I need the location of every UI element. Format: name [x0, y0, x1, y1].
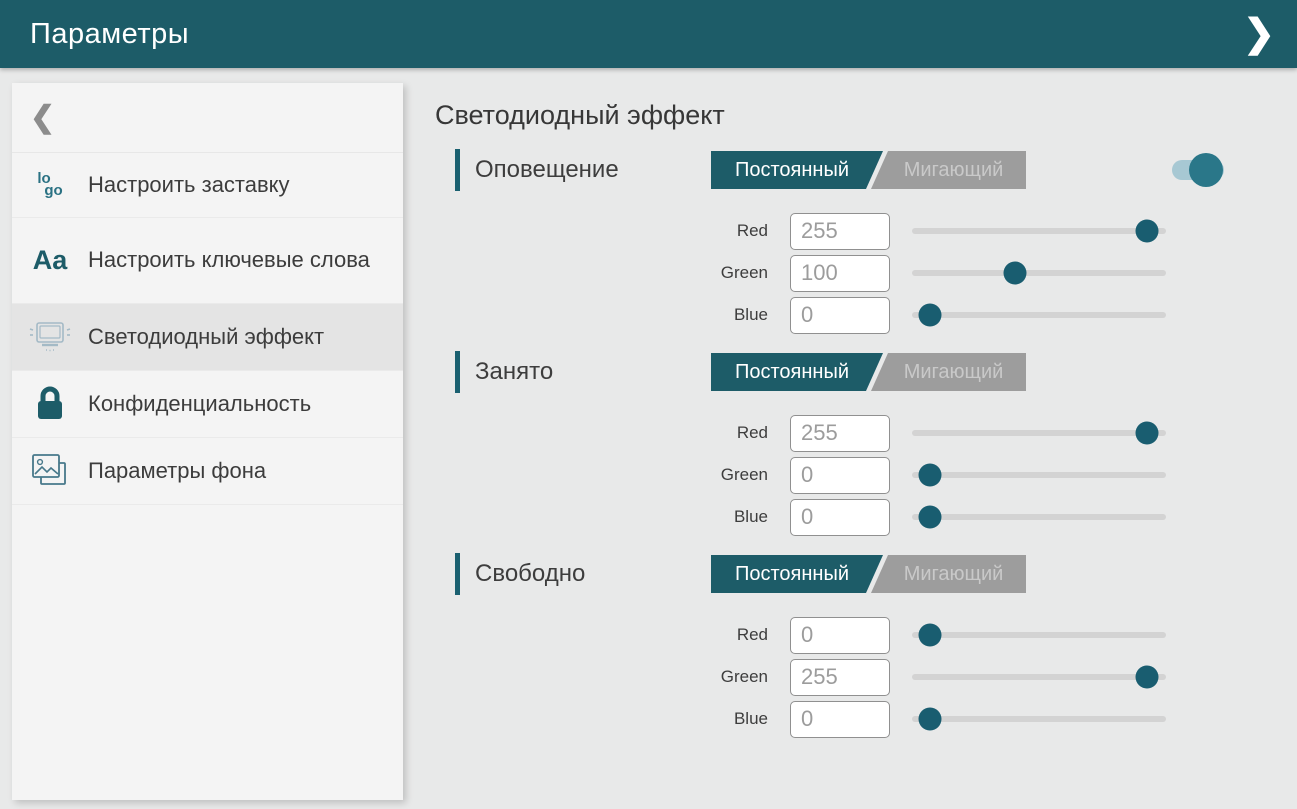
red-value-input[interactable]	[790, 213, 890, 250]
sidebar-item-label: Конфиденциальность	[88, 391, 325, 417]
slider-track	[912, 514, 1166, 520]
sidebar-item-screensaver[interactable]: logo Настроить заставку	[12, 153, 403, 218]
sidebar-item-label: Параметры фона	[88, 458, 280, 484]
slider-thumb[interactable]	[918, 464, 941, 487]
blue-value-input[interactable]	[790, 297, 890, 334]
red-channel-row: Red	[435, 210, 1297, 252]
section-label: Оповещение	[475, 156, 711, 184]
slider-thumb[interactable]	[1003, 262, 1026, 285]
led-screen-icon	[12, 319, 88, 355]
sidebar-item-label: Светодиодный эффект	[88, 324, 338, 350]
slider-track	[912, 472, 1166, 478]
channel-label: Blue	[435, 709, 790, 729]
chevron-right-icon[interactable]: ❯	[1243, 15, 1275, 53]
settings-sidebar: ❮ logo Настроить заставку Aa Настроить к…	[12, 83, 403, 800]
green-slider[interactable]	[912, 258, 1166, 288]
mode-blinking-button[interactable]: Мигающий	[871, 555, 1026, 593]
channel-label: Green	[435, 465, 790, 485]
section-free: Свободно Постоянный Мигающий Red Green	[435, 552, 1297, 754]
sidebar-item-keywords[interactable]: Aa Настроить ключевые слова	[12, 218, 403, 304]
mode-segmented-control: Постоянный Мигающий	[711, 353, 1026, 391]
channel-label: Green	[435, 263, 790, 283]
channel-label: Green	[435, 667, 790, 687]
slider-thumb[interactable]	[918, 708, 941, 731]
green-channel-row: Green	[435, 656, 1297, 698]
slider-thumb[interactable]	[1135, 422, 1158, 445]
slider-thumb[interactable]	[1135, 220, 1158, 243]
slider-thumb[interactable]	[1135, 666, 1158, 689]
sidebar-item-label: Настроить ключевые слова	[88, 247, 384, 273]
blue-value-input[interactable]	[790, 499, 890, 536]
mode-constant-button[interactable]: Постоянный	[711, 151, 883, 189]
background-images-icon	[12, 452, 88, 490]
channel-label: Blue	[435, 305, 790, 325]
blue-slider[interactable]	[912, 300, 1166, 330]
slider-thumb[interactable]	[918, 304, 941, 327]
sidebar-item-background[interactable]: Параметры фона	[12, 438, 403, 505]
slider-track	[912, 228, 1166, 234]
blue-channel-row: Blue	[435, 698, 1297, 740]
slider-track	[912, 716, 1166, 722]
section-label: Занято	[475, 358, 711, 386]
red-channel-row: Red	[435, 412, 1297, 454]
mode-segmented-control: Постоянный Мигающий	[711, 151, 1026, 189]
section-accent-bar	[455, 351, 460, 393]
chevron-left-icon: ❮	[30, 100, 55, 135]
lock-icon	[12, 386, 88, 422]
sidebar-item-privacy[interactable]: Конфиденциальность	[12, 371, 403, 438]
channel-label: Blue	[435, 507, 790, 527]
channel-label: Red	[435, 423, 790, 443]
logo-icon: logo	[12, 173, 88, 197]
slider-track	[912, 430, 1166, 436]
mode-constant-button[interactable]: Постоянный	[711, 353, 883, 391]
app-header: Параметры ❯	[0, 0, 1297, 68]
mode-blinking-button[interactable]: Мигающий	[871, 151, 1026, 189]
channel-label: Red	[435, 625, 790, 645]
section-notification: Оповещение Постоянный Мигающий Red Green	[435, 148, 1297, 350]
slider-thumb[interactable]	[918, 506, 941, 529]
panel-title: Светодиодный эффект	[435, 100, 1297, 148]
green-slider[interactable]	[912, 662, 1166, 692]
red-channel-row: Red	[435, 614, 1297, 656]
green-slider[interactable]	[912, 460, 1166, 490]
led-effect-panel: Светодиодный эффект Оповещение Постоянны…	[435, 68, 1297, 809]
slider-track	[912, 674, 1166, 680]
blue-channel-row: Blue	[435, 294, 1297, 336]
mode-constant-button[interactable]: Постоянный	[711, 555, 883, 593]
red-slider[interactable]	[912, 418, 1166, 448]
mode-blinking-button[interactable]: Мигающий	[871, 353, 1026, 391]
sidebar-item-led-effect[interactable]: Светодиодный эффект	[12, 304, 403, 371]
green-value-input[interactable]	[790, 255, 890, 292]
blue-slider[interactable]	[912, 704, 1166, 734]
red-slider[interactable]	[912, 216, 1166, 246]
blue-value-input[interactable]	[790, 701, 890, 738]
slider-track	[912, 270, 1166, 276]
red-slider[interactable]	[912, 620, 1166, 650]
section-busy: Занято Постоянный Мигающий Red Green	[435, 350, 1297, 552]
keywords-icon: Aa	[12, 245, 88, 276]
channel-label: Red	[435, 221, 790, 241]
blue-slider[interactable]	[912, 502, 1166, 532]
red-value-input[interactable]	[790, 617, 890, 654]
section-accent-bar	[455, 149, 460, 191]
section-accent-bar	[455, 553, 460, 595]
switch-thumb	[1189, 153, 1223, 187]
section-label: Свободно	[475, 560, 711, 588]
slider-thumb[interactable]	[918, 624, 941, 647]
notification-toggle-switch[interactable]	[1172, 152, 1225, 188]
green-value-input[interactable]	[790, 659, 890, 696]
sidebar-collapse-button[interactable]: ❮	[12, 83, 403, 153]
green-channel-row: Green	[435, 454, 1297, 496]
green-channel-row: Green	[435, 252, 1297, 294]
blue-channel-row: Blue	[435, 496, 1297, 538]
page-title: Параметры	[30, 18, 189, 51]
sidebar-item-label: Настроить заставку	[88, 172, 304, 198]
red-value-input[interactable]	[790, 415, 890, 452]
slider-track	[912, 632, 1166, 638]
green-value-input[interactable]	[790, 457, 890, 494]
slider-track	[912, 312, 1166, 318]
mode-segmented-control: Постоянный Мигающий	[711, 555, 1026, 593]
